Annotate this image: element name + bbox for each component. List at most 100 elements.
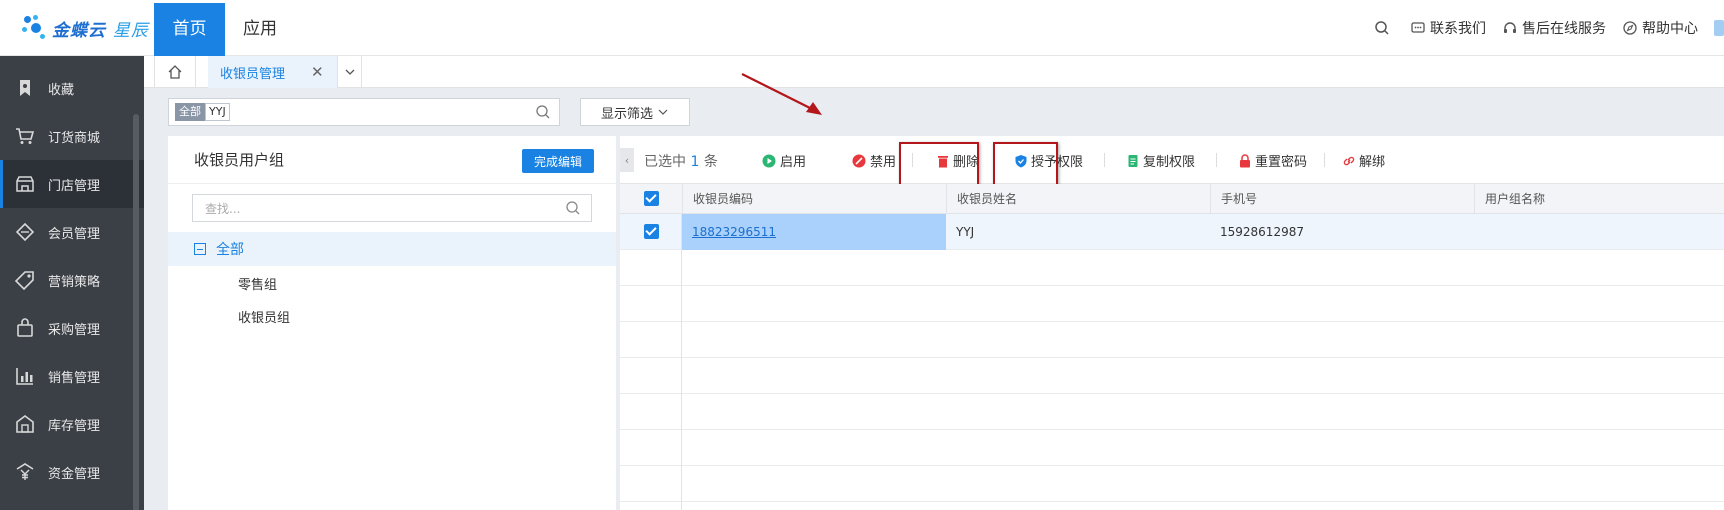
row-gutter	[620, 214, 682, 510]
group-search-input[interactable]: 查找...	[192, 194, 592, 222]
select-all-checkbox[interactable]	[644, 191, 659, 206]
cashier-name-cell: YYJ	[956, 225, 975, 239]
table-row-empty	[620, 286, 1724, 322]
tab-home[interactable]: 首页	[154, 3, 225, 56]
cart-icon	[14, 125, 36, 147]
show-filter-button[interactable]: 显示筛选	[580, 98, 690, 126]
diamond-icon	[14, 221, 36, 243]
filter-chip-value[interactable]: YYJ	[205, 103, 230, 121]
lock-icon	[1240, 153, 1250, 167]
panel-title: 收银员用户组	[194, 151, 285, 169]
user-menu-edge[interactable]	[1714, 20, 1724, 36]
sidebar-item-label: 收藏	[48, 82, 75, 98]
link-icon	[1343, 156, 1355, 165]
ban-icon	[852, 154, 866, 167]
column-header[interactable]: 收银员编码	[682, 184, 946, 214]
finish-edit-button[interactable]: 完成编辑	[522, 149, 594, 173]
cashier-code-link[interactable]: 18823296511	[682, 214, 946, 250]
close-icon[interactable]: ✕	[311, 63, 324, 81]
sidebar-item-marketing[interactable]: 营销策略	[0, 256, 144, 304]
yen-icon	[14, 461, 36, 483]
home-tab[interactable]	[154, 56, 196, 88]
user-group-panel: 收银员用户组 完成编辑 查找... 全部 零售组 收银员组	[168, 136, 616, 510]
logo-mark-icon	[22, 13, 48, 43]
logo[interactable]: 金蝶云 星辰	[22, 12, 152, 44]
copy-doc-icon	[1128, 154, 1138, 167]
chat-icon	[1411, 22, 1425, 33]
sidebar-item-label: 采购管理	[48, 322, 101, 338]
copy-permission-button[interactable]: 复制权限	[1126, 151, 1195, 170]
search-icon[interactable]	[565, 200, 581, 216]
sidebar-item-favorites[interactable]: 收藏	[0, 64, 144, 112]
bookmark-icon	[14, 77, 36, 99]
global-search-button[interactable]	[1374, 20, 1390, 36]
sidebar-item-label: 资金管理	[48, 466, 101, 482]
reset-password-button[interactable]: 重置密码	[1238, 151, 1307, 170]
collapse-left-panel-button[interactable]: ‹	[620, 148, 634, 172]
action-toolbar: ‹ 已选中 1 条 启用 禁用 删除 授予权限 复制权限 重置密码 解绑	[620, 136, 1724, 188]
collapse-icon[interactable]	[194, 243, 206, 255]
main-search-input[interactable]: 全部 YYJ	[168, 98, 560, 126]
column-header[interactable]: 手机号	[1210, 184, 1474, 214]
contact-us-link[interactable]: 联系我们	[1410, 18, 1486, 38]
disable-label: 禁用	[870, 155, 897, 170]
table-row-empty	[620, 466, 1724, 502]
tab-label: 收银员管理	[220, 66, 286, 82]
sidebar-item-label: 门店管理	[48, 178, 101, 194]
table-row-empty	[620, 322, 1724, 358]
panel-header: 收银员用户组 完成编辑	[168, 136, 616, 184]
home-icon	[168, 65, 182, 79]
sidebar-item-store[interactable]: 门店管理	[0, 160, 144, 208]
sidebar-scrollbar[interactable]	[133, 114, 139, 510]
sidebar-item-purchase[interactable]: 采购管理	[0, 304, 144, 352]
group-search-placeholder: 查找...	[205, 201, 241, 216]
main-content: 收银员管理 ✕ 全部 YYJ 显示筛选 收银员用户组 完成编辑 查找... 全部	[144, 56, 1724, 510]
tag-icon	[14, 269, 36, 291]
selection-info: 已选中 1 条	[644, 154, 718, 170]
annotation-arrow-icon	[741, 73, 822, 115]
after-sales-link[interactable]: 售后在线服务	[1502, 18, 1606, 38]
disable-button[interactable]: 禁用	[852, 151, 896, 170]
phone-cell: 15928612987	[1220, 225, 1304, 239]
cashier-list-panel: ‹ 已选中 1 条 启用 禁用 删除 授予权限 复制权限 重置密码 解绑 收银员…	[620, 136, 1724, 510]
column-header[interactable]: 用户组名称	[1474, 184, 1724, 214]
tab-apps[interactable]: 应用	[226, 3, 294, 56]
enable-label: 启用	[780, 155, 807, 170]
show-filter-label: 显示筛选	[600, 106, 653, 122]
sidebar-item-sales[interactable]: 销售管理	[0, 352, 144, 400]
tree-node-cashier-group[interactable]: 收银员组	[238, 307, 290, 326]
table-row-empty	[620, 394, 1724, 430]
tree-node-all[interactable]: 全部	[168, 232, 616, 266]
chevron-down-icon	[345, 69, 354, 75]
table-row[interactable]: 18823296511 YYJ 15928612987	[620, 214, 1724, 250]
after-sales-label: 售后在线服务	[1522, 21, 1606, 37]
tab-cashier-management[interactable]: 收银员管理 ✕	[208, 56, 338, 88]
search-icon	[1375, 21, 1389, 35]
filter-bar: 全部 YYJ 显示筛选	[144, 88, 1724, 136]
enable-button[interactable]: 启用	[762, 151, 806, 170]
table-row-empty	[620, 358, 1724, 394]
unbind-button[interactable]: 解绑	[1342, 151, 1385, 170]
filter-chip-scope[interactable]: 全部	[175, 103, 205, 121]
toolbar-divider	[1104, 153, 1105, 167]
user-avatar-icon	[1714, 20, 1724, 36]
chevron-down-icon	[658, 109, 668, 115]
tree-node-label: 全部	[216, 242, 244, 258]
warehouse-icon	[14, 413, 36, 435]
sidebar-item-inventory[interactable]: 库存管理	[0, 400, 144, 448]
help-center-link[interactable]: 帮助中心	[1622, 18, 1698, 38]
sidebar-item-label: 库存管理	[48, 418, 101, 434]
sidebar-item-order-mall[interactable]: 订货商城	[0, 112, 144, 160]
copy-permission-label: 复制权限	[1143, 155, 1196, 170]
tab-dropdown-button[interactable]	[338, 56, 362, 88]
toolbar-divider	[1324, 153, 1325, 167]
compass-icon	[1623, 21, 1637, 35]
bag-icon	[14, 317, 36, 339]
sidebar-item-member[interactable]: 会员管理	[0, 208, 144, 256]
column-header[interactable]: 收银员姓名	[946, 184, 1210, 214]
tree-node-retail-group[interactable]: 零售组	[238, 274, 277, 293]
highlight-box-enable	[899, 142, 979, 188]
table-row-empty	[620, 430, 1724, 466]
sidebar-item-funds[interactable]: 资金管理	[0, 448, 144, 496]
search-icon[interactable]	[535, 104, 551, 120]
